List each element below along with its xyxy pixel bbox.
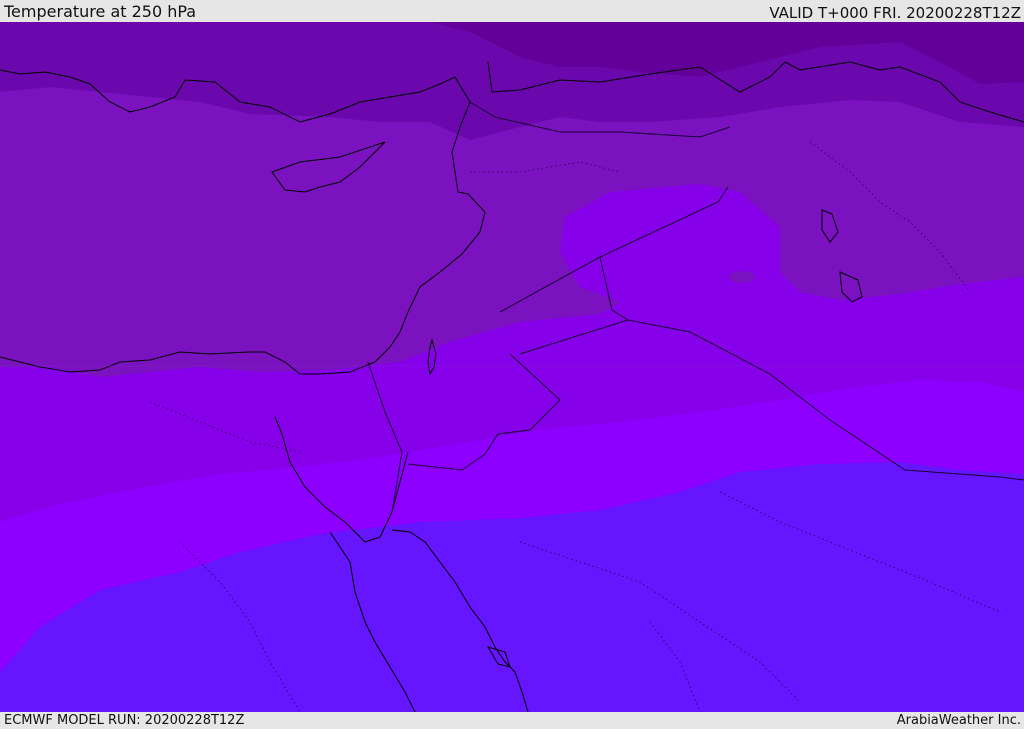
model-run-label: ECMWF MODEL RUN: 20200228T12Z: [4, 713, 245, 728]
map-frame: Temperature at 250 hPa VALID T+000 FRI. …: [0, 0, 1024, 729]
credit-label: ArabiaWeather Inc.: [896, 713, 1021, 728]
valid-time: VALID T+000 FRI. 20200228T12Z: [769, 4, 1021, 22]
warm-patch: [729, 271, 755, 283]
map-title: Temperature at 250 hPa: [4, 2, 197, 21]
header-bar: Temperature at 250 hPa VALID T+000 FRI. …: [0, 0, 1024, 22]
footer-bar: ECMWF MODEL RUN: 20200228T12Z ArabiaWeat…: [0, 712, 1024, 729]
weather-map[interactable]: [0, 22, 1024, 712]
map-canvas: [0, 22, 1024, 712]
